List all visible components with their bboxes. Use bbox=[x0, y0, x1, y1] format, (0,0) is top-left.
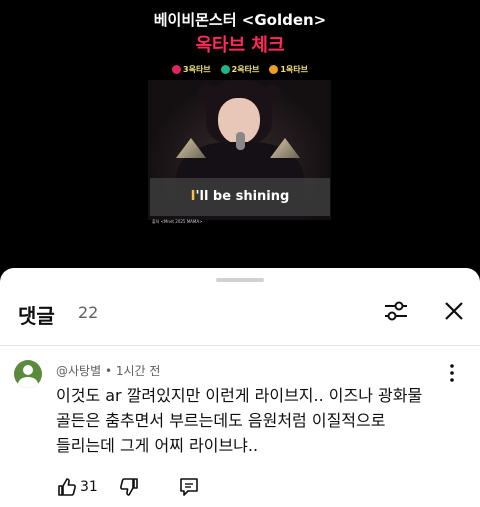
comments-title: 댓글 bbox=[18, 304, 55, 328]
comment-author[interactable]: @사탕별 bbox=[56, 364, 101, 378]
comments-header: 댓글 22 bbox=[0, 295, 480, 329]
comment-meta: @사탕별 • 1시간 전 bbox=[56, 364, 161, 378]
video-credit: 출처 <Mnet 2025 MAMA> bbox=[152, 219, 203, 224]
comments-sheet: 댓글 22 @사탕별 • 1시간 전 이것도 ar 깔려있지만 이런게 라이브지… bbox=[0, 268, 480, 507]
orange-dot-icon bbox=[269, 65, 279, 74]
avatar[interactable] bbox=[14, 360, 42, 388]
video-subtitle: 옥타브 체크 bbox=[195, 35, 285, 56]
legend-item: 3옥타브 bbox=[172, 64, 211, 75]
green-dot-icon bbox=[220, 65, 230, 74]
comment-time: 1시간 전 bbox=[115, 364, 161, 378]
comments-count: 22 bbox=[78, 303, 99, 322]
comment-actions: 31 bbox=[54, 476, 254, 500]
sliders-icon[interactable] bbox=[382, 297, 410, 325]
drag-handle[interactable] bbox=[216, 278, 264, 282]
divider bbox=[0, 345, 480, 346]
video-title: 베이비몬스터 <Golden> bbox=[153, 11, 327, 29]
legend-item: 2옥타브 bbox=[220, 64, 259, 75]
video-caption: I'll be shining bbox=[150, 178, 330, 216]
red-dot-icon bbox=[172, 65, 182, 74]
thumbs-down-icon[interactable] bbox=[118, 476, 140, 498]
video-player[interactable]: 베이비몬스터 <Golden> 옥타브 체크 3옥타브 2옥타브 1옥타브 I'… bbox=[0, 0, 480, 285]
comment-text: 이것도 ar 깔려있지만 이런게 라이브지.. 이즈나 광화물 골든은 춤추면서… bbox=[56, 386, 423, 455]
close-icon[interactable] bbox=[440, 297, 468, 325]
thumbs-up-icon[interactable] bbox=[56, 476, 78, 498]
more-vert-icon[interactable] bbox=[444, 362, 460, 384]
reply-icon[interactable] bbox=[178, 476, 200, 498]
octave-legend: 3옥타브 2옥타브 1옥타브 bbox=[0, 64, 480, 75]
legend-item: 1옥타브 bbox=[269, 64, 308, 75]
like-count: 31 bbox=[80, 479, 98, 495]
